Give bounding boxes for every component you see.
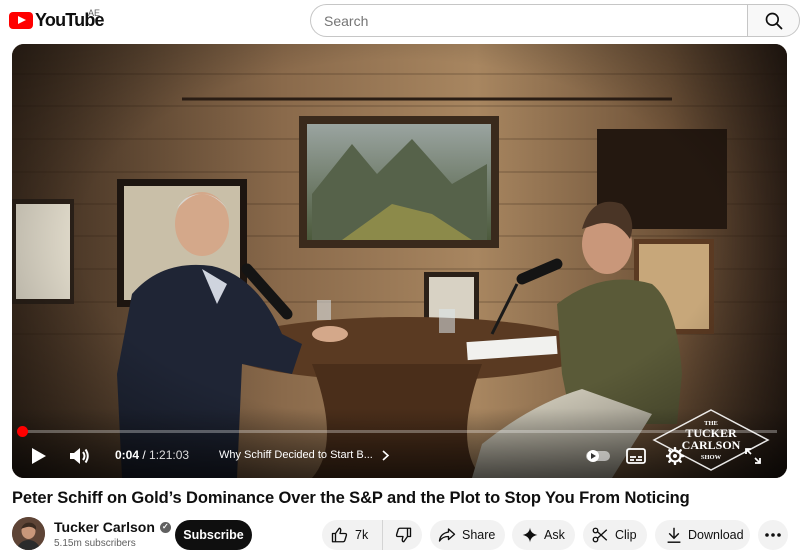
video-title: Peter Schiff on Gold’s Dominance Over th…: [12, 489, 690, 507]
share-button[interactable]: Share: [430, 520, 505, 550]
masthead: YouTube AE: [0, 0, 800, 42]
volume-button[interactable]: [68, 445, 92, 467]
progress-scrubber[interactable]: [17, 426, 28, 437]
subscriber-count: 5.15m subscribers: [54, 538, 136, 549]
current-time: 0:04: [115, 448, 140, 462]
scissors-icon: [592, 527, 608, 543]
chapter-title: Why Schiff Decided to Start B...: [219, 449, 373, 461]
ask-label: Ask: [544, 528, 565, 542]
search-icon: [765, 12, 782, 29]
search-box: [310, 4, 748, 37]
subscribe-button[interactable]: Subscribe: [175, 520, 252, 550]
time-display: 0:04 / 1:21:03: [115, 448, 189, 462]
watermark-line-4: SHOW: [701, 454, 722, 461]
show-logo-icon: THE TUCKER CARLSON SHOW: [652, 409, 770, 471]
clip-button[interactable]: Clip: [583, 520, 647, 550]
like-button[interactable]: 7k: [322, 520, 383, 550]
clip-label: Clip: [615, 528, 637, 542]
duration: 1:21:03: [149, 448, 190, 462]
play-icon: [32, 448, 46, 464]
search-button[interactable]: [747, 4, 800, 37]
autoplay-toggle[interactable]: [584, 446, 612, 466]
more-actions-button[interactable]: [758, 520, 788, 550]
download-label: Download: [688, 528, 744, 542]
autoplay-toggle-icon: [586, 450, 610, 462]
search-input[interactable]: [324, 12, 748, 29]
share-label: Share: [462, 528, 496, 542]
show-watermark: THE TUCKER CARLSON SHOW: [652, 408, 770, 472]
chapter-button[interactable]: Why Schiff Decided to Start B...: [219, 449, 390, 461]
dislike-button[interactable]: [383, 520, 422, 550]
watermark-line-3: CARLSON: [682, 438, 741, 452]
subtitles-button[interactable]: [625, 445, 647, 467]
ask-button[interactable]: Ask: [512, 520, 575, 550]
video-player[interactable]: 0:04 / 1:21:03 Why Schiff Decided to Sta…: [12, 44, 787, 478]
time-separator: /: [139, 448, 150, 462]
youtube-play-icon: [9, 12, 33, 29]
like-dislike-group: 7k: [322, 520, 422, 550]
play-button[interactable]: [28, 445, 50, 467]
thumbs-down-icon: [395, 527, 411, 543]
chevron-right-icon: [382, 449, 390, 461]
share-icon: [438, 528, 456, 542]
thumbs-up-icon: [331, 527, 348, 543]
sparkle-icon: [522, 527, 538, 543]
channel-avatar[interactable]: [12, 517, 45, 550]
channel-name-link[interactable]: Tucker Carlson ✓: [54, 519, 171, 535]
like-count: 7k: [355, 528, 369, 542]
download-button[interactable]: Download: [655, 520, 750, 550]
volume-icon: [70, 448, 89, 464]
country-code: AE: [88, 8, 101, 18]
download-icon: [667, 527, 681, 543]
verified-badge-icon: ✓: [159, 521, 171, 533]
more-horizontal-icon: [765, 533, 781, 537]
avatar-image: [12, 517, 45, 550]
subtitles-icon: [626, 448, 646, 464]
channel-name: Tucker Carlson: [54, 519, 155, 535]
